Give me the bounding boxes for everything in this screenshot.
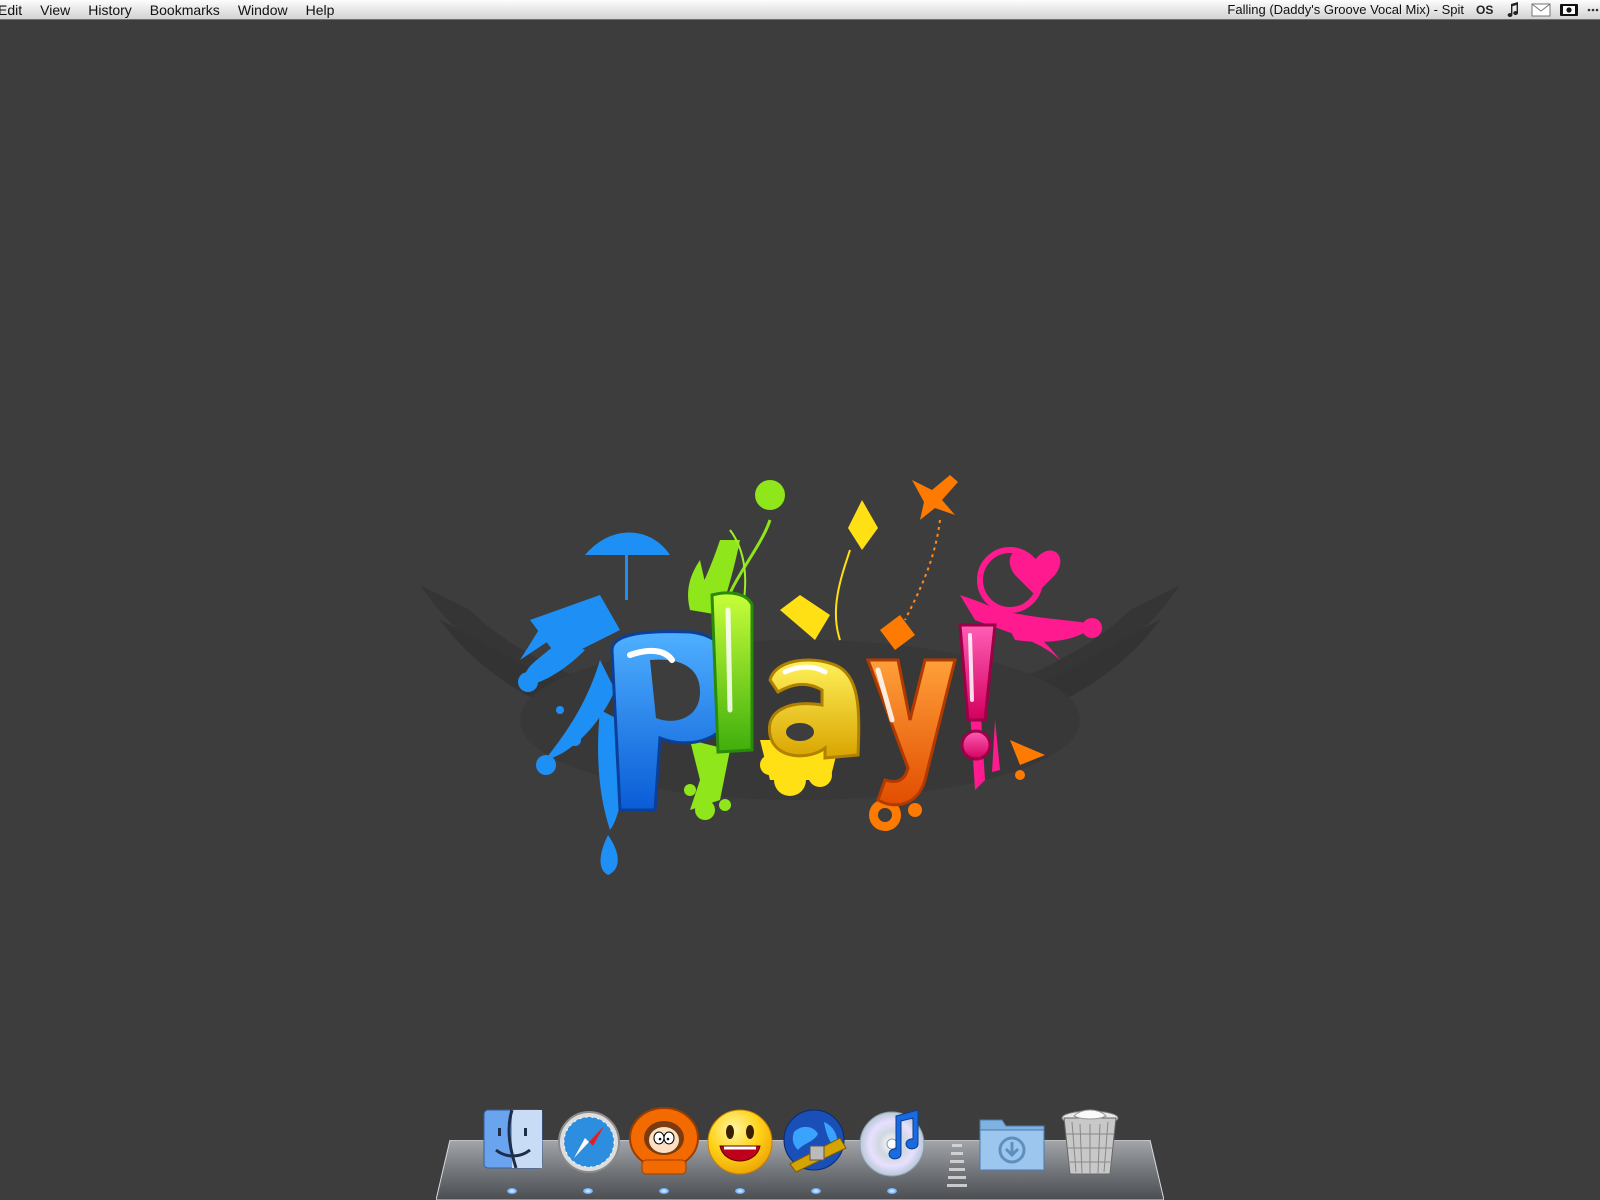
finder-running-indicator (507, 1188, 517, 1194)
menu-bookmarks[interactable]: Bookmarks (141, 0, 229, 20)
menu-bar: Edit View History Bookmarks Window Help … (0, 0, 1600, 20)
downloads-folder-icon[interactable] (976, 1104, 1048, 1178)
menu-help[interactable]: Help (297, 0, 344, 20)
menu-history[interactable]: History (79, 0, 141, 20)
svg-text:OS: OS (1476, 3, 1493, 17)
screen-capture-icon[interactable] (1558, 0, 1580, 20)
dock-separator (946, 1140, 968, 1194)
itunes-cd-icon[interactable] (856, 1104, 928, 1178)
finder-icon[interactable] (476, 1104, 548, 1178)
mail-icon[interactable] (1530, 0, 1552, 20)
now-playing-text[interactable]: Falling (Daddy's Groove Vocal Mix) - Spi… (1227, 0, 1464, 20)
desktop-wallpaper (0, 20, 1600, 1200)
smiley-running-indicator (735, 1188, 745, 1194)
menu-edit[interactable]: Edit (0, 0, 31, 20)
music-note-icon[interactable] (1502, 0, 1524, 20)
menu-view[interactable]: View (31, 0, 79, 20)
menu-extras: Falling (Daddy's Groove Vocal Mix) - Spi… (1227, 0, 1600, 20)
trash-icon[interactable] (1054, 1104, 1126, 1178)
play-artwork (420, 475, 1180, 875)
more-icon[interactable] (1586, 0, 1600, 20)
itunes-running-indicator (887, 1188, 897, 1194)
globe-running-indicator (811, 1188, 821, 1194)
menu-window[interactable]: Window (229, 0, 297, 20)
safari-compass-icon[interactable] (552, 1104, 624, 1178)
smiley-icon[interactable] (704, 1104, 776, 1178)
safari-running-indicator (583, 1188, 593, 1194)
globe-satellite-icon[interactable] (780, 1104, 852, 1178)
menu-left: Edit View History Bookmarks Window Help (0, 0, 343, 20)
kenny-running-indicator (659, 1188, 669, 1194)
lastfm-icon[interactable]: OS (1474, 0, 1496, 20)
kenny-icon[interactable] (628, 1104, 700, 1178)
